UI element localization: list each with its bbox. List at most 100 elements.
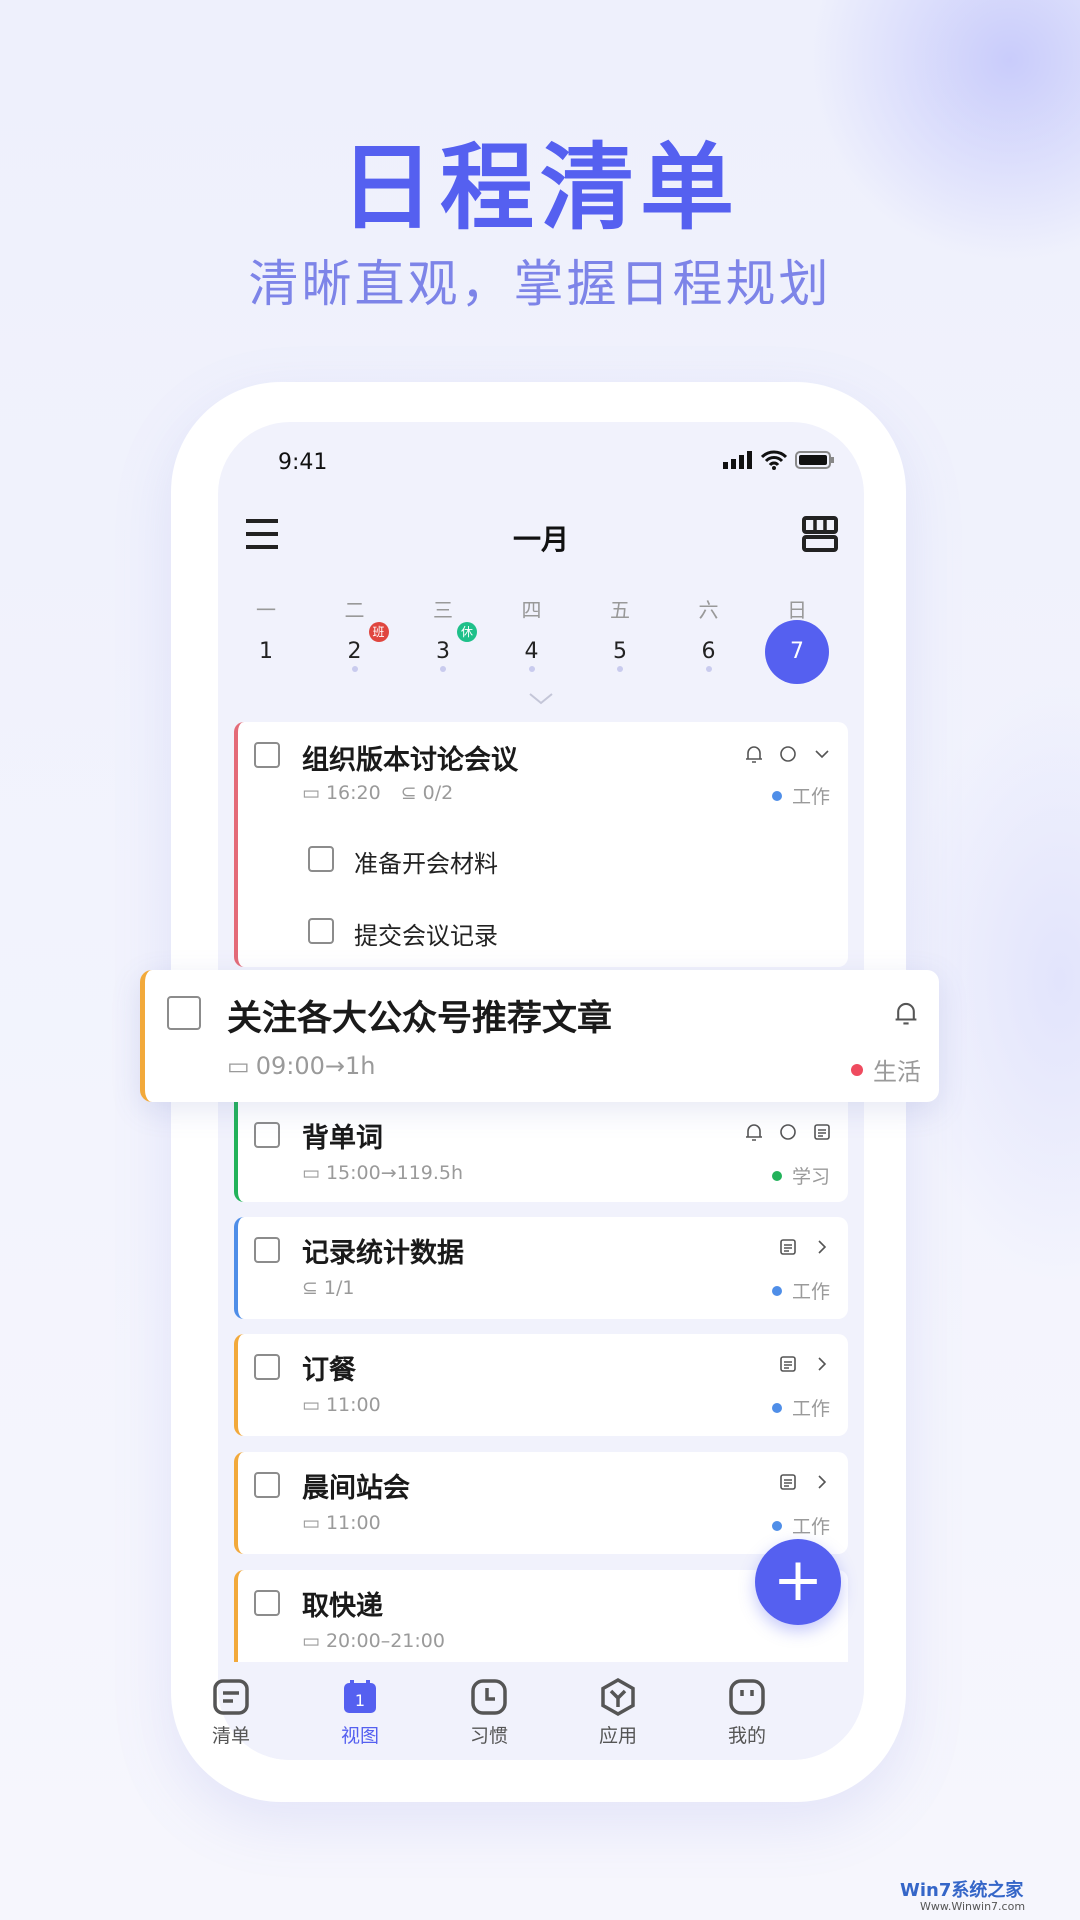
- task-title: 关注各大公众号推荐文章: [227, 999, 613, 1039]
- task-tag: 工作: [771, 1394, 830, 1421]
- subtask-title: 提交会议记录: [354, 922, 498, 950]
- tab-me[interactable]: 我的: [707, 1677, 787, 1748]
- tab-label: 视图: [340, 1725, 379, 1747]
- task-card[interactable]: 记录统计数据 ⊆ 1/1 工作: [234, 1217, 848, 1319]
- subtask-count: 0/2: [422, 782, 454, 804]
- date-cell[interactable]: 6: [677, 620, 741, 684]
- tab-list[interactable]: 清单: [191, 1677, 271, 1748]
- watermark-url: Www.Winwin7.com: [920, 1900, 1026, 1913]
- chevron-right-icon[interactable]: [812, 1354, 832, 1374]
- weekday-label: 四: [521, 598, 542, 622]
- bell-icon: [895, 1002, 917, 1025]
- subtask-checkbox[interactable]: [308, 918, 334, 944]
- task-tag: 生活: [851, 1052, 921, 1087]
- task-tag: 工作: [771, 782, 830, 809]
- tab-habit-icon: [471, 1679, 507, 1715]
- status-time: 9:41: [278, 450, 328, 475]
- tab-label: 清单: [211, 1725, 250, 1747]
- calendar-icon: ▭: [302, 1512, 320, 1534]
- task-tag: 工作: [771, 1277, 830, 1304]
- date-cell[interactable]: 5: [588, 620, 652, 684]
- task-checkbox[interactable]: [254, 742, 280, 768]
- chevron-right-icon[interactable]: [812, 1472, 832, 1492]
- add-task-fab[interactable]: +: [755, 1539, 841, 1625]
- hero-title: 日程清单: [339, 134, 740, 243]
- task-card[interactable]: 组织版本讨论会议 ▭ 16:20 ⊆ 0/2 工作 准备开会材料 提交会议记录: [234, 722, 848, 967]
- calendar-icon: ▭: [302, 1630, 320, 1652]
- task-card[interactable]: 订餐 ▭ 11:00 工作: [234, 1334, 848, 1436]
- date-cell[interactable]: 4: [500, 620, 564, 684]
- task-checkbox[interactable]: [254, 1237, 280, 1263]
- tab-label: 应用: [598, 1725, 637, 1747]
- task-time: 16:20: [325, 782, 381, 804]
- chevron-right-icon[interactable]: [812, 1237, 832, 1257]
- tab-view[interactable]: 1 视图: [320, 1677, 400, 1748]
- task-checkbox[interactable]: [254, 1472, 280, 1498]
- weekday-label: 五: [610, 598, 630, 622]
- tab-label: 习惯: [469, 1725, 508, 1747]
- note-icon: [814, 1124, 830, 1140]
- chevron-down-icon[interactable]: [812, 744, 832, 764]
- weekday-label: 日: [787, 598, 807, 622]
- task-checkbox[interactable]: [254, 1122, 280, 1148]
- status-icons: [723, 450, 835, 470]
- task-checkbox[interactable]: [167, 996, 201, 1030]
- expand-chevron-icon[interactable]: [528, 692, 554, 706]
- task-title: 记录统计数据: [302, 1238, 464, 1269]
- tab-label: 我的: [727, 1725, 766, 1747]
- calendar-icon: ▭: [302, 1394, 320, 1416]
- bell-icon: [746, 1124, 762, 1141]
- weekday-label: 二: [344, 598, 365, 622]
- subtask-checkbox[interactable]: [308, 846, 334, 872]
- task-card-highlighted[interactable]: 关注各大公众号推荐文章 ▭ 09:00→1h 生活: [140, 970, 939, 1102]
- svg-text:1: 1: [355, 1691, 365, 1710]
- view-layout-icon[interactable]: [802, 516, 838, 552]
- task-tag: 学习: [771, 1162, 830, 1189]
- task-checkbox[interactable]: [254, 1354, 280, 1380]
- task-title: 组织版本讨论会议: [302, 745, 518, 776]
- hero-subtitle: 清晰直观，掌握日程规划: [248, 255, 832, 313]
- watermark-logo: Win7系统之家: [900, 1880, 1024, 1901]
- task-meta: ▭ 11:00: [302, 1512, 381, 1534]
- holiday-badge: 休: [457, 622, 477, 642]
- month-title[interactable]: 一月: [218, 518, 864, 558]
- weekday-label: 一: [256, 598, 276, 622]
- task-checkbox[interactable]: [254, 1590, 280, 1616]
- tab-apps-icon: [601, 1677, 635, 1717]
- event-dot: [440, 666, 446, 672]
- tab-list-icon: [213, 1679, 249, 1715]
- subtask-icon: ⊆: [302, 1277, 318, 1299]
- tab-habit[interactable]: 习惯: [449, 1677, 529, 1748]
- task-card[interactable]: 晨间站会 ▭ 11:00 工作: [234, 1452, 848, 1554]
- task-meta: ▭ 09:00→1h: [227, 1052, 376, 1080]
- task-title: 取快递: [302, 1591, 383, 1622]
- event-dot: [705, 666, 712, 672]
- task-meta: ▭ 11:00: [302, 1394, 381, 1416]
- note-icon: [780, 1474, 796, 1490]
- task-tag: 工作: [771, 1512, 830, 1539]
- task-card[interactable]: 背单词 ▭ 15:00→119.5h 学习: [234, 1102, 848, 1202]
- tab-view-icon: 1: [344, 1680, 376, 1713]
- week-calendar: 一1二2班三3休四4五5六6日7: [218, 584, 864, 704]
- weekday-label: 六: [698, 598, 719, 622]
- task-title: 订餐: [302, 1355, 356, 1386]
- task-meta: ⊆ 1/1: [302, 1277, 355, 1299]
- note-icon: [780, 1239, 796, 1255]
- weekday-label: 三: [433, 598, 453, 622]
- workday-badge: 班: [368, 622, 389, 642]
- task-title: 晨间站会: [302, 1473, 410, 1504]
- task-meta: ▭ 16:20 ⊆ 0/2: [302, 782, 453, 804]
- calendar-icon: ▭: [302, 782, 320, 804]
- tab-apps[interactable]: 应用: [578, 1677, 658, 1748]
- subtask-title: 准备开会材料: [354, 850, 498, 878]
- repeat-icon: [780, 1124, 796, 1140]
- date-cell[interactable]: 1: [234, 620, 298, 684]
- repeat-icon: [780, 746, 796, 762]
- signal-icon: [723, 451, 752, 469]
- calendar-icon: ▭: [302, 1162, 320, 1184]
- event-dot: [617, 666, 623, 672]
- date-cell[interactable]: 7: [765, 620, 829, 684]
- task-meta: ▭ 15:00→119.5h: [302, 1162, 464, 1184]
- event-dot: [528, 666, 535, 672]
- task-meta: ▭ 20:00–21:00: [302, 1630, 445, 1652]
